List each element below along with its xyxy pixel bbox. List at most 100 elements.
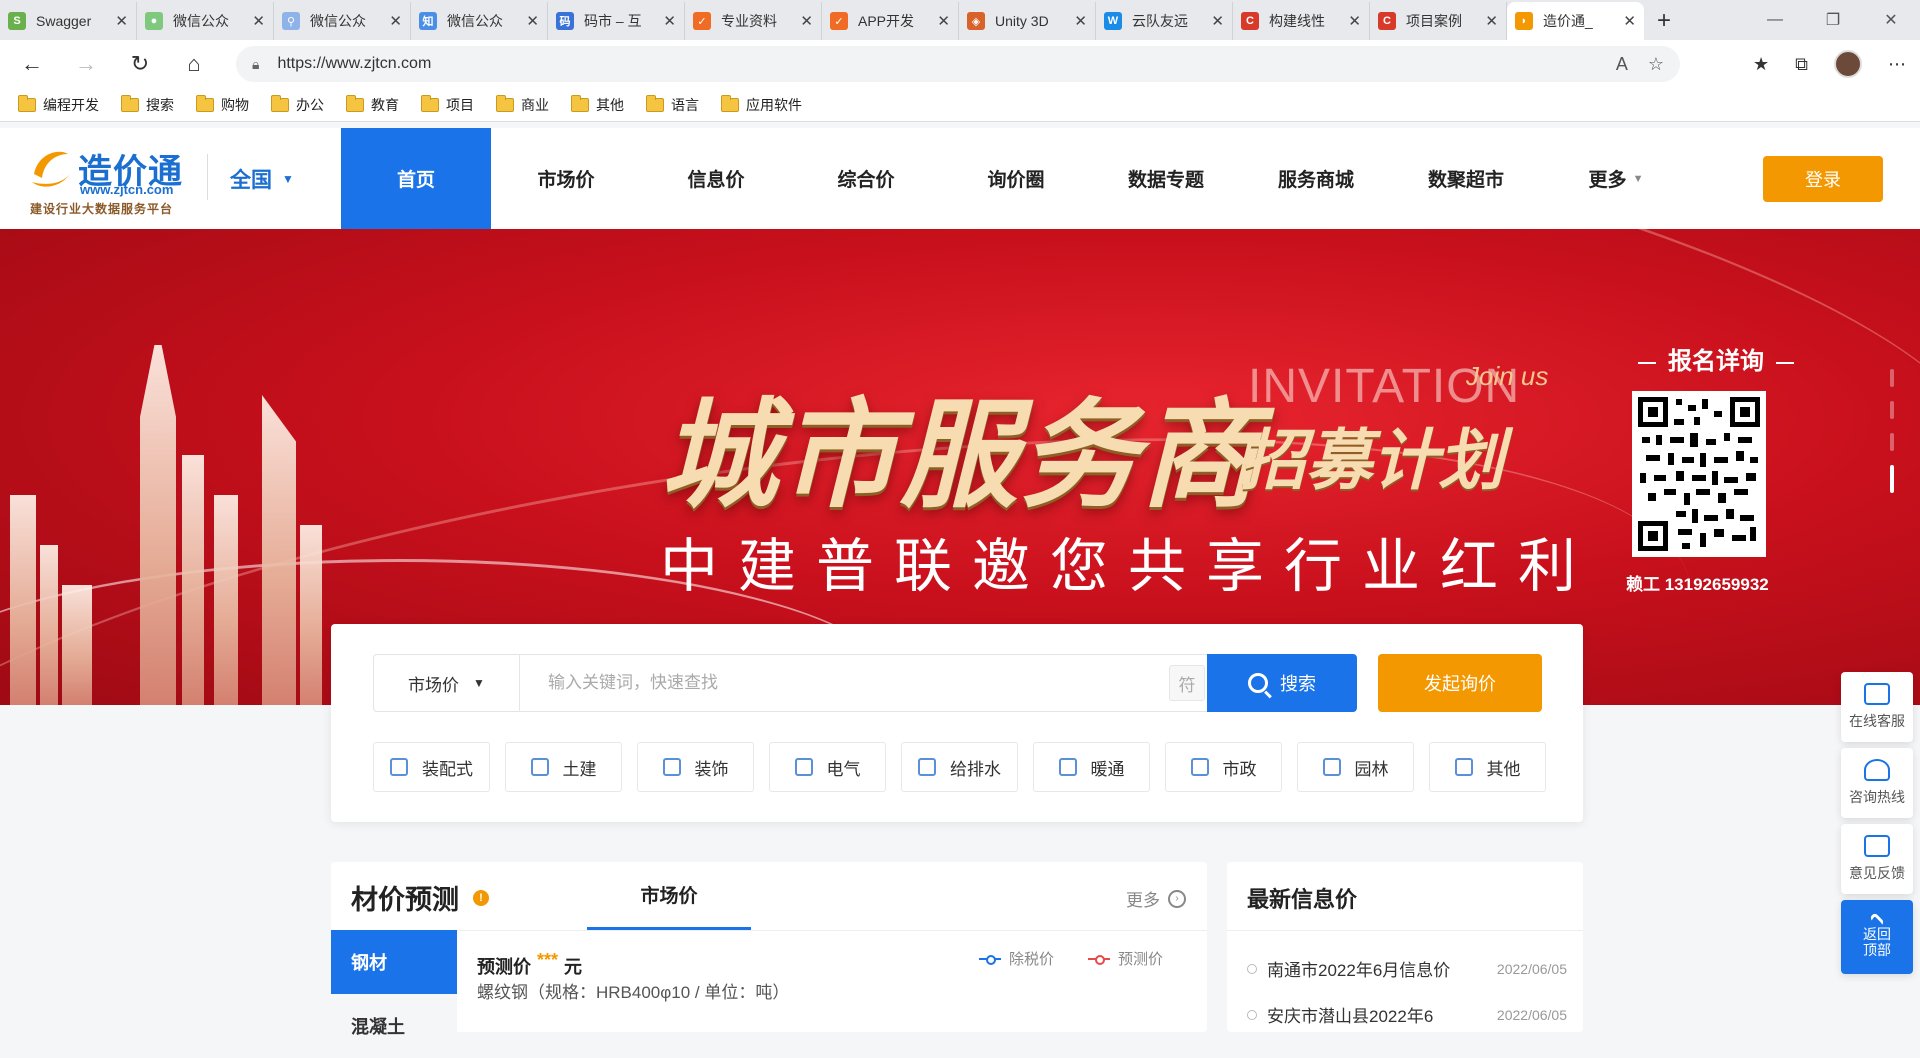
- add-favorite-icon[interactable]: ☆: [1648, 54, 1664, 75]
- close-icon[interactable]: ✕: [1623, 12, 1636, 30]
- legend-forecast[interactable]: 预测价: [1088, 948, 1163, 969]
- sidebar-item-concrete[interactable]: 混凝土: [331, 994, 457, 1058]
- category-civil[interactable]: 土建: [505, 742, 622, 792]
- close-icon[interactable]: ✕: [389, 12, 402, 30]
- lock-icon[interactable]: 🔒︎: [252, 56, 259, 73]
- nav-inquiry-circle[interactable]: 询价圈: [941, 128, 1091, 229]
- login-button[interactable]: 登录: [1763, 156, 1883, 202]
- close-icon[interactable]: ✕: [1074, 12, 1087, 30]
- zhihu-icon: 知: [419, 12, 437, 30]
- bookmark-folder[interactable]: 项目: [421, 94, 474, 115]
- region-selector[interactable]: 全国 ▼: [207, 154, 294, 200]
- close-icon[interactable]: ✕: [1211, 12, 1224, 30]
- start-inquiry-button[interactable]: 发起询价: [1378, 654, 1542, 712]
- list-item[interactable]: 南通市2022年6月信息价 2022/06/05: [1247, 956, 1567, 981]
- bookmark-folder[interactable]: 教育: [346, 94, 399, 115]
- nav-data-market[interactable]: 数聚超市: [1391, 128, 1541, 229]
- browser-tab[interactable]: ● 微信公众 ✕: [137, 2, 274, 40]
- symbol-button[interactable]: 符: [1169, 665, 1205, 701]
- browser-tab[interactable]: S Swagger ✕: [0, 2, 137, 40]
- skyline-building: [40, 545, 58, 705]
- search-button[interactable]: 搜索: [1207, 654, 1357, 712]
- nav-info-price[interactable]: 信息价: [641, 128, 791, 229]
- bookmark-folder[interactable]: 商业: [496, 94, 549, 115]
- nav-data-topics[interactable]: 数据专题: [1091, 128, 1241, 229]
- category-decoration[interactable]: 装饰: [637, 742, 754, 792]
- banner-dot[interactable]: [1890, 433, 1894, 451]
- browser-tab-active[interactable]: ◗ 造价通_ ✕: [1507, 2, 1644, 40]
- browser-tab[interactable]: C 项目案例 ✕: [1370, 2, 1507, 40]
- restore-icon[interactable]: ❐: [1804, 0, 1862, 40]
- close-icon[interactable]: ✕: [800, 12, 813, 30]
- skyline-building: [62, 585, 92, 705]
- back-icon[interactable]: ←: [12, 46, 52, 82]
- minimize-icon[interactable]: —: [1746, 0, 1804, 40]
- bookmark-folder[interactable]: 应用软件: [721, 94, 802, 115]
- close-icon[interactable]: ✕: [1485, 12, 1498, 30]
- banner-dot[interactable]: [1890, 369, 1894, 387]
- category-hvac[interactable]: 暖通: [1033, 742, 1150, 792]
- browser-tab[interactable]: W 云队友远 ✕: [1096, 2, 1233, 40]
- close-icon[interactable]: ✕: [526, 12, 539, 30]
- browser-tab[interactable]: 码码市 – 互 ✕: [548, 2, 685, 40]
- close-window-icon[interactable]: ✕: [1862, 0, 1920, 40]
- category-other[interactable]: 其他: [1429, 742, 1546, 792]
- nav-composite-price[interactable]: 综合价: [791, 128, 941, 229]
- search-type-select[interactable]: 市场价 ▼: [374, 654, 520, 712]
- legend-pretax[interactable]: 除税价: [979, 948, 1054, 969]
- site-logo[interactable]: 造价通 www.zjtcn.com 建设行业大数据服务平台: [28, 142, 188, 216]
- hotline-button[interactable]: 咨询热线: [1841, 748, 1913, 818]
- browser-tab[interactable]: ◈ Unity 3D ✕: [959, 2, 1096, 40]
- read-aloud-icon[interactable]: A︎: [1616, 54, 1628, 75]
- url-field[interactable]: 🔒︎ https://www.zjtcn.com A︎ ☆: [236, 46, 1680, 82]
- banner-dot[interactable]: [1890, 401, 1894, 419]
- nav-service-mall[interactable]: 服务商城: [1241, 128, 1391, 229]
- sidebar-item-steel[interactable]: 钢材: [331, 930, 457, 994]
- browser-tab[interactable]: C 构建线性 ✕: [1233, 2, 1370, 40]
- search-input[interactable]: [520, 655, 1169, 711]
- close-icon[interactable]: ✕: [937, 12, 950, 30]
- nav-home[interactable]: 首页: [341, 128, 491, 229]
- category-prefab[interactable]: 装配式: [373, 742, 490, 792]
- category-plumbing[interactable]: 给排水: [901, 742, 1018, 792]
- favorites-icon[interactable]: ★: [1753, 54, 1769, 75]
- category-label: 电气: [826, 759, 861, 779]
- feedback-button[interactable]: 意见反馈: [1841, 824, 1913, 894]
- home-icon[interactable]: ⌂: [174, 46, 214, 82]
- avatar[interactable]: [1834, 50, 1862, 78]
- bookmark-folder[interactable]: 购物: [196, 94, 249, 115]
- browser-tab[interactable]: ⚲ 微信公众 ✕: [274, 2, 411, 40]
- info-icon[interactable]: !: [473, 889, 489, 906]
- online-service-button[interactable]: 在线客服: [1841, 672, 1913, 742]
- browser-tab[interactable]: ✓ 专业资料 ✕: [685, 2, 822, 40]
- close-icon[interactable]: ✕: [663, 12, 676, 30]
- more-menu-icon[interactable]: ⋯: [1888, 54, 1906, 75]
- banner-dot-active[interactable]: [1890, 465, 1894, 493]
- collections-icon[interactable]: ⧉: [1795, 54, 1808, 75]
- bookmark-folder[interactable]: 其他: [571, 94, 624, 115]
- bookmark-folder[interactable]: 编程开发: [18, 94, 99, 115]
- tab-label: 项目案例: [1406, 13, 1462, 29]
- nav-market-price[interactable]: 市场价: [491, 128, 641, 229]
- forecast-more-link[interactable]: 更多 ›: [1126, 886, 1186, 911]
- electrical-icon: [794, 758, 813, 776]
- close-icon[interactable]: ✕: [115, 12, 128, 30]
- reload-icon[interactable]: ↻: [120, 46, 160, 82]
- category-landscape[interactable]: 园林: [1297, 742, 1414, 792]
- bookmark-folder[interactable]: 语言: [646, 94, 699, 115]
- category-electrical[interactable]: 电气: [769, 742, 886, 792]
- forward-icon[interactable]: →: [66, 46, 106, 82]
- bookmark-folder[interactable]: 搜索: [121, 94, 174, 115]
- browser-tab[interactable]: ✓ APP开发 ✕: [822, 2, 959, 40]
- browser-tab[interactable]: 知微信公众 ✕: [411, 2, 548, 40]
- nav-more[interactable]: 更多 ▼: [1541, 128, 1691, 229]
- close-icon[interactable]: ✕: [252, 12, 265, 30]
- back-to-top-button[interactable]: 返回 顶部: [1841, 900, 1913, 974]
- tab-market-price[interactable]: 市场价: [587, 862, 751, 930]
- tab-label: 微信公众: [173, 13, 229, 29]
- bookmark-folder[interactable]: 办公: [271, 94, 324, 115]
- list-item[interactable]: 安庆市潜山县2022年6 2022/06/05: [1247, 1002, 1567, 1027]
- new-tab-button[interactable]: +: [1644, 2, 1684, 40]
- category-municipal[interactable]: 市政: [1165, 742, 1282, 792]
- close-icon[interactable]: ✕: [1348, 12, 1361, 30]
